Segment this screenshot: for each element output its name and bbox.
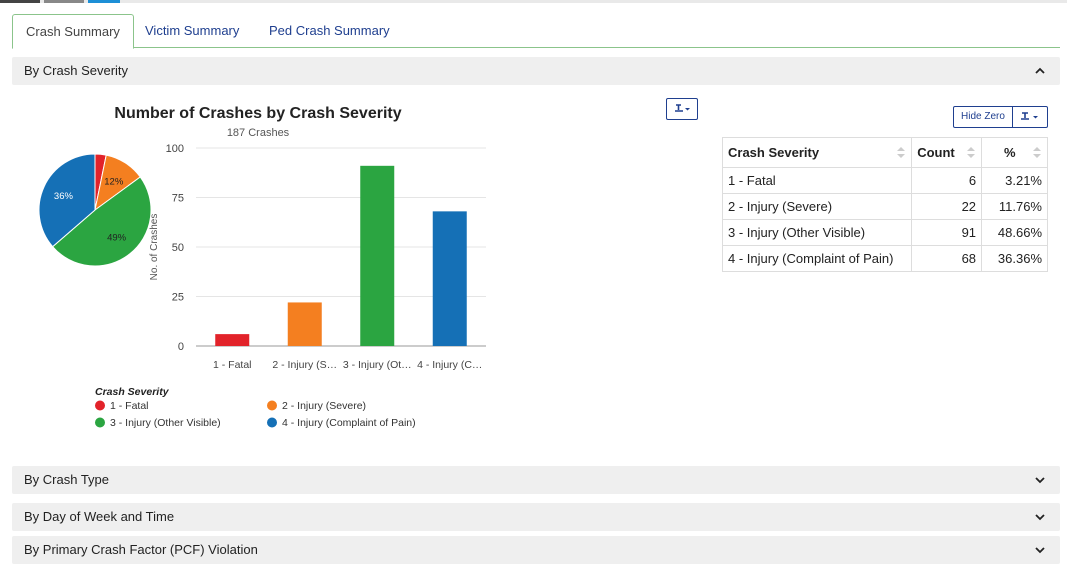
section-header-day-time[interactable]: By Day of Week and Time (12, 503, 1060, 531)
crash-severity-table: Crash Severity Count % 1 - Fatal 6 3.21%… (721, 137, 1048, 272)
cell-percent: 3.21% (981, 167, 1048, 194)
download-dropdown-icon (675, 104, 690, 112)
cell-percent: 36.36% (981, 245, 1048, 272)
legend-marker (267, 417, 277, 428)
column-header-label: % (1004, 145, 1016, 160)
x-tick-label: 2 - Injury (S… (272, 359, 337, 371)
cell-percent: 11.76% (981, 193, 1048, 220)
legend-label: 2 - Injury (Severe) (282, 400, 366, 412)
y-axis-label: No. of Crashes (149, 214, 160, 281)
legend-label: 3 - Injury (Other Visible) (110, 417, 221, 429)
chevron-down-icon[interactable] (1034, 474, 1046, 486)
column-header-label: Count (917, 145, 955, 160)
column-header-crash-severity[interactable]: Crash Severity (721, 137, 913, 168)
table-header-row: Crash Severity Count % (721, 137, 1048, 168)
sort-icon (897, 147, 906, 158)
y-tick-label: 25 (172, 292, 184, 304)
bar (215, 334, 250, 346)
x-tick-label: 3 - Injury (Ot… (343, 359, 412, 371)
column-header-label: Crash Severity (728, 145, 820, 160)
cell-severity: 2 - Injury (Severe) (721, 193, 913, 220)
table-row: 1 - Fatal 6 3.21% (721, 167, 1048, 194)
cell-count: 91 (911, 219, 983, 246)
table-export-button[interactable] (1012, 106, 1048, 128)
legend-label: 1 - Fatal (110, 400, 149, 412)
cell-severity: 3 - Injury (Other Visible) (721, 219, 913, 246)
column-header-percent[interactable]: % (981, 137, 1048, 168)
chart-export-button[interactable] (666, 98, 698, 120)
x-tick-label: 4 - Injury (C… (417, 359, 482, 371)
chevron-down-icon[interactable] (1034, 544, 1046, 556)
x-tick-label: 1 - Fatal (213, 359, 252, 371)
table-row: 3 - Injury (Other Visible) 91 48.66% (721, 219, 1048, 246)
chevron-down-icon[interactable] (1034, 511, 1046, 523)
cell-count: 22 (911, 193, 983, 220)
y-tick-label: 75 (172, 193, 184, 205)
section-title: By Day of Week and Time (24, 509, 175, 524)
cell-percent: 48.66% (981, 219, 1048, 246)
sort-icon (1033, 147, 1041, 158)
sort-icon (967, 147, 976, 158)
table-row: 2 - Injury (Severe) 22 11.76% (721, 193, 1048, 220)
legend-title: Crash Severity (95, 386, 170, 398)
section-header-pcf[interactable]: By Primary Crash Factor (PCF) Violation (12, 536, 1060, 564)
table-row: 4 - Injury (Complaint of Pain) 68 36.36% (721, 245, 1048, 272)
cell-severity: 1 - Fatal (721, 167, 913, 194)
section-header-crash-type[interactable]: By Crash Type (12, 466, 1060, 494)
section-title: By Crash Type (24, 472, 110, 487)
bar (360, 165, 395, 346)
chart-subtitle: 187 Crashes (227, 127, 290, 139)
section-title: By Primary Crash Factor (PCF) Violation (24, 542, 258, 557)
y-tick-label: 50 (172, 242, 184, 254)
hide-zero-button[interactable]: Hide Zero (953, 106, 1013, 128)
pie-data-label: 49% (107, 233, 127, 244)
cell-count: 6 (911, 167, 983, 194)
y-tick-label: 0 (178, 341, 184, 353)
legend-marker (95, 417, 105, 428)
cell-severity: 4 - Injury (Complaint of Pain) (721, 245, 913, 272)
cell-count: 68 (911, 245, 983, 272)
pie-data-label: 36% (54, 191, 74, 202)
bar (287, 302, 322, 346)
chart-title: Number of Crashes by Crash Severity (114, 105, 401, 122)
pie-data-label: 12% (104, 176, 124, 187)
download-dropdown-icon (1021, 112, 1038, 120)
legend-marker (95, 400, 105, 411)
bar (432, 211, 467, 346)
legend-label: 4 - Injury (Complaint of Pain) (282, 417, 416, 429)
y-tick-label: 100 (166, 143, 184, 155)
legend-marker (267, 400, 277, 411)
column-header-count[interactable]: Count (911, 137, 983, 168)
